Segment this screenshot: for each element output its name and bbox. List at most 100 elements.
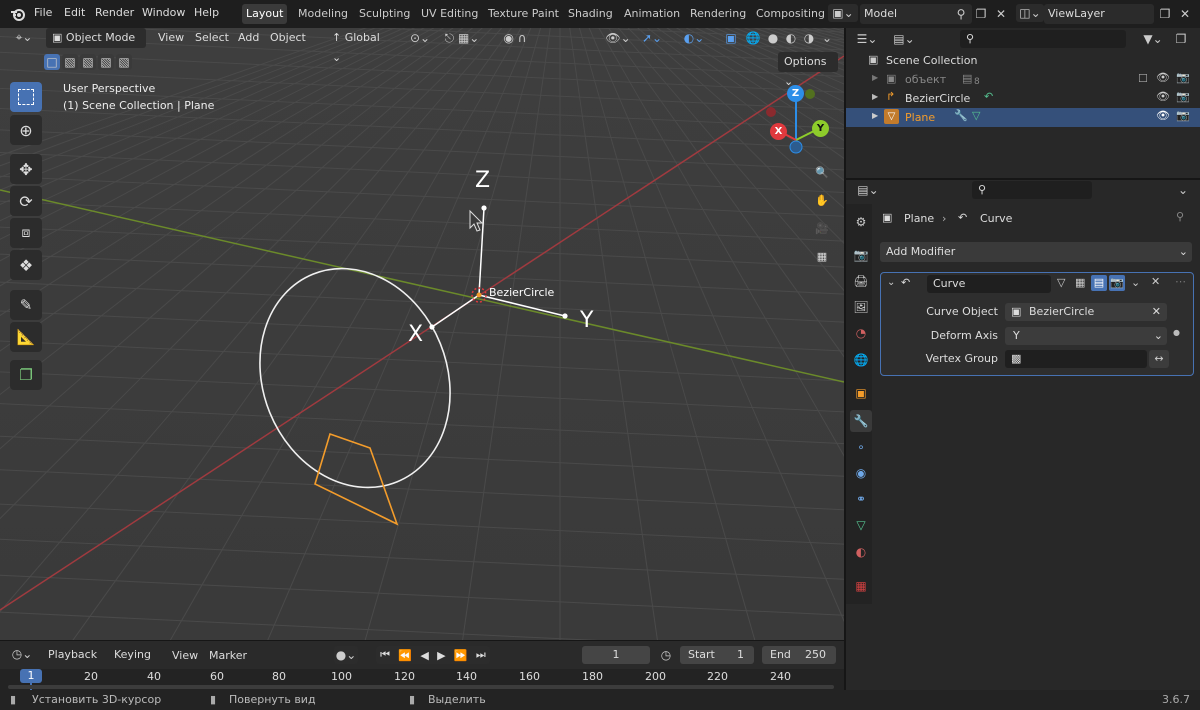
select-box-tool[interactable] (10, 82, 42, 112)
current-frame-field[interactable]: 1 (582, 646, 650, 664)
new-viewlayer-icon[interactable]: ❐ (1156, 5, 1174, 23)
transform-tool[interactable]: ❖ (10, 250, 42, 280)
options-dropdown[interactable]: Options ⌄ (778, 52, 838, 88)
editor-type-icon[interactable]: ⌖⌄ (10, 28, 38, 46)
scene-tab-icon[interactable]: ◔ (850, 322, 872, 344)
select-extend-icon[interactable]: ▧ (62, 54, 78, 70)
viewport-menu-view[interactable]: View (158, 31, 184, 44)
texture-tab-icon[interactable]: ▦ (850, 575, 872, 597)
end-frame-field[interactable]: End 250 (762, 646, 836, 664)
menu-render[interactable]: Render (95, 6, 134, 19)
shading-options-icon[interactable]: ⌄ (818, 29, 836, 47)
select-intersect-icon[interactable]: ▧ (116, 54, 132, 70)
close-icon[interactable]: ✕ (1151, 275, 1160, 288)
camera-render-icon[interactable]: 📷 (1176, 90, 1190, 103)
world-tab-icon[interactable]: 🌐 (850, 349, 872, 371)
keying-menu[interactable]: Keying ⌄ (108, 645, 162, 681)
display-mode-icon[interactable]: ▤⌄ (890, 30, 918, 48)
pan-button[interactable]: ✋ (810, 188, 834, 212)
select-new-icon[interactable]: □ (44, 54, 60, 70)
3d-viewport[interactable]: User Perspective (1) Scene Collection | … (0, 28, 844, 640)
outliner-row-plane[interactable]: ▶ ▽ Plane 🔧 ▽ 👁 📷 (846, 108, 1200, 127)
invert-toggle-icon[interactable]: ↔ (1149, 350, 1169, 368)
pivot-icon[interactable]: ⊙⌄ (408, 29, 432, 47)
delete-scene-icon[interactable]: ✕ (992, 5, 1010, 23)
drag-handle-icon[interactable]: ⋯ (1175, 275, 1186, 288)
add-cube-tool[interactable]: ❐ (10, 360, 42, 390)
viewport-menu-add[interactable]: Add (238, 31, 259, 44)
properties-editor-type-icon[interactable]: ▤⌄ (854, 181, 882, 199)
rendered-shading-icon[interactable]: ◑ (800, 29, 818, 47)
outliner-row-beziercircle[interactable]: ▶ ↱ BezierCircle ↶ 👁 📷 (846, 89, 1200, 108)
annotate-tool[interactable]: ✎ (10, 290, 42, 320)
timeline-menu-view[interactable]: View (172, 649, 198, 662)
menu-edit[interactable]: Edit (64, 6, 85, 19)
timeline-menu-marker[interactable]: Marker (209, 649, 247, 662)
physics-tab-icon[interactable]: ◉ (850, 462, 872, 484)
filter-icon[interactable]: ▼⌄ (1140, 30, 1166, 48)
camera-render-icon[interactable]: 📷 (1176, 109, 1190, 122)
overlay-toggle-icon[interactable]: ◐⌄ (680, 29, 708, 47)
select-invert-icon[interactable]: ▧ (98, 54, 114, 70)
outliner-search-input[interactable]: ⚲ (960, 30, 1126, 48)
play-reverse-icon[interactable]: ◀ (420, 649, 428, 662)
measure-tool[interactable]: 📐 (10, 322, 42, 352)
snap-icon[interactable]: ⎋ ▦⌄ (438, 29, 486, 47)
properties-search-input[interactable]: ⚲ (972, 181, 1092, 199)
render-toggle-icon[interactable]: 📷 (1109, 275, 1125, 291)
wireframe-shading-icon[interactable]: 🌐 (744, 29, 762, 47)
eye-icon[interactable]: 👁 (1156, 90, 1170, 103)
animate-property-dot[interactable]: ● (1173, 328, 1180, 337)
modifier-menu-chevron-icon[interactable]: ⌄ (1131, 276, 1140, 289)
proportional-edit-icon[interactable]: ◉ ∩ (492, 29, 538, 47)
nav-gizmo-x[interactable]: X (770, 123, 787, 140)
playback-menu[interactable]: Playback ⌄ (42, 645, 106, 681)
tab-uv-editing[interactable]: UV Editing (417, 4, 482, 24)
next-keyframe-icon[interactable]: ⏩ (454, 649, 468, 662)
scale-tool[interactable]: ⧈ (10, 218, 42, 248)
exclude-checkbox[interactable]: ☐ (1138, 72, 1148, 85)
scene-selector-icon[interactable]: ▣⌄ (828, 4, 858, 22)
delete-viewlayer-icon[interactable]: ✕ (1176, 5, 1194, 23)
outliner-row-scene-collection[interactable]: ▣ Scene Collection (846, 51, 1200, 70)
viewlayer-selector-icon[interactable]: ◫⌄ (1016, 4, 1044, 22)
curve-object-field[interactable]: ▣ BezierCircle ✕ (1005, 303, 1167, 321)
tab-layout[interactable]: Layout (242, 4, 288, 24)
play-icon[interactable]: ▶ (437, 649, 445, 662)
timeline-ruler[interactable]: 1 20 40 60 80 100 120 140 160 180 200 22… (0, 669, 844, 691)
xray-toggle-icon[interactable]: ▣ (722, 29, 740, 47)
view-layer-tab-icon[interactable]: 🖼 (850, 296, 872, 318)
outliner-row-object-collection[interactable]: ▶ ▣ объект ▤ 8 ☐ 👁 📷 (846, 70, 1200, 89)
cursor-tool[interactable]: ⊕ (10, 115, 42, 145)
move-tool[interactable]: ✥ (10, 154, 42, 184)
select-subtract-icon[interactable]: ▧ (80, 54, 96, 70)
tab-texture-paint[interactable]: Texture Paint (484, 4, 563, 24)
object-tab-icon[interactable]: ▣ (850, 382, 872, 404)
pin-icon[interactable]: ⚲ (952, 5, 970, 23)
zoom-button[interactable]: 🔍 (810, 160, 834, 184)
data-tab-icon[interactable]: ▽ (850, 514, 872, 536)
clock-icon[interactable]: ◷ (657, 646, 675, 664)
modifier-name-input[interactable]: Curve (927, 275, 1051, 293)
properties-editor[interactable]: ▤⌄ ⚲ ⌄ ▣ Plane › ↶ Curve ⚲ Add Modifier … (846, 180, 1200, 690)
prev-keyframe-icon[interactable]: ⏪ (398, 649, 412, 662)
start-frame-field[interactable]: Start 1 (680, 646, 754, 664)
expand-arrow-icon[interactable]: ▶ (872, 111, 878, 120)
on-cage-toggle-icon[interactable]: ▦ (1075, 276, 1085, 289)
render-tab-icon[interactable]: 📷 (850, 244, 872, 266)
output-tab-icon[interactable]: 🖨 (850, 270, 872, 292)
particles-tab-icon[interactable]: ∘ (850, 436, 872, 458)
tab-animation[interactable]: Animation (620, 4, 684, 24)
deform-axis-dropdown[interactable]: Y ⌄ (1005, 327, 1167, 345)
viewlayer-name-field[interactable]: ViewLayer (1044, 4, 1154, 24)
properties-options-icon[interactable]: ⌄ (1174, 181, 1192, 199)
material-tab-icon[interactable]: ◐ (850, 541, 872, 563)
edit-mode-toggle-icon[interactable]: ▽ (1057, 276, 1065, 289)
eye-icon[interactable]: 👁 (1156, 71, 1170, 84)
jump-end-icon[interactable]: ⏭ (476, 648, 486, 662)
clear-icon[interactable]: ✕ (1152, 303, 1161, 321)
ortho-toggle-button[interactable]: ▦ (810, 244, 834, 268)
playhead-frame[interactable]: 1 (20, 669, 42, 683)
collapse-arrow-icon[interactable]: ⌄ (887, 277, 895, 288)
tab-compositing[interactable]: Compositing (752, 4, 829, 24)
